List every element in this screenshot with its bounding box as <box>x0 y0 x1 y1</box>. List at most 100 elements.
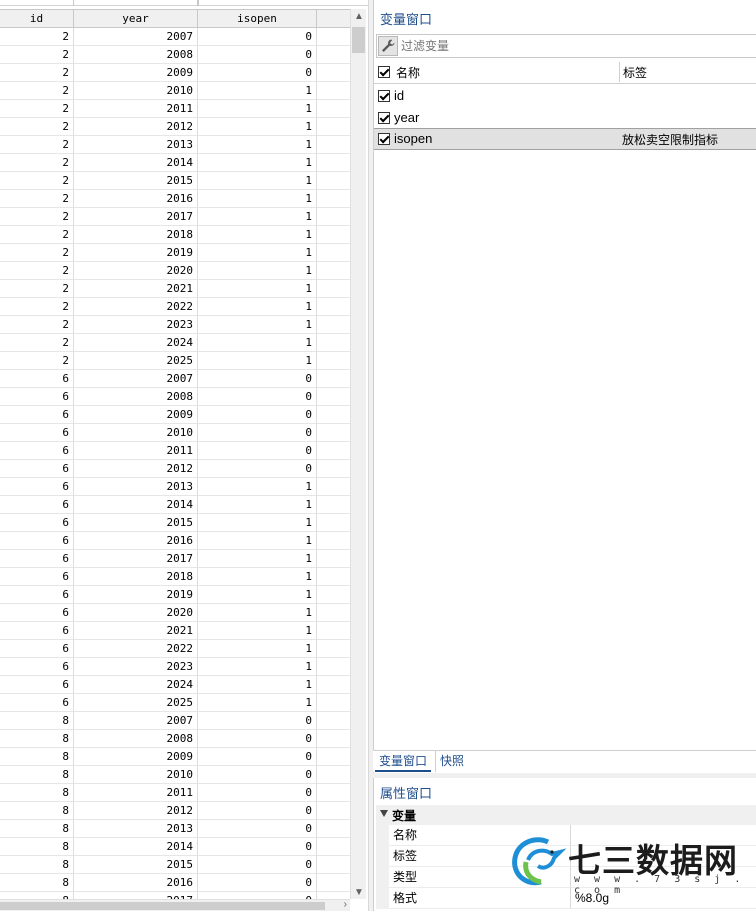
filter-button[interactable] <box>378 36 398 56</box>
scroll-up-icon[interactable]: ▲ <box>354 11 364 22</box>
cell-year[interactable]: 2013 <box>74 478 198 496</box>
cell-id[interactable]: 6 <box>0 658 74 676</box>
cell-year[interactable]: 2010 <box>74 424 198 442</box>
cell-id[interactable]: 2 <box>0 298 74 316</box>
table-row[interactable]: 2 2020 1 <box>0 262 350 280</box>
cell-id[interactable]: 6 <box>0 694 74 712</box>
cell-isopen[interactable]: 1 <box>198 658 317 676</box>
tab-snapshots[interactable]: 快照 <box>435 751 468 772</box>
cell-year[interactable]: 2008 <box>74 730 198 748</box>
cell-id[interactable]: 6 <box>0 460 74 478</box>
cell-id[interactable]: 6 <box>0 496 74 514</box>
table-row[interactable]: 8 2014 0 <box>0 838 350 856</box>
cell-isopen[interactable]: 0 <box>198 820 317 838</box>
cell-id[interactable]: 8 <box>0 748 74 766</box>
cell-id[interactable]: 6 <box>0 676 74 694</box>
cell-isopen[interactable]: 1 <box>198 640 317 658</box>
cell-year[interactable]: 2020 <box>74 262 198 280</box>
table-row[interactable]: 820170 <box>0 892 350 899</box>
cell-isopen[interactable]: 0 <box>198 28 317 46</box>
cell-isopen[interactable]: 1 <box>198 154 317 172</box>
cell-year[interactable]: 2025 <box>74 694 198 712</box>
cell-id[interactable]: 6 <box>0 442 74 460</box>
cell-isopen[interactable]: 0 <box>198 748 317 766</box>
cell-isopen[interactable]: 0 <box>198 64 317 82</box>
table-row[interactable]: 6 2020 1 <box>0 604 350 622</box>
horizontal-scrollbar[interactable]: › <box>0 899 350 911</box>
cell-isopen[interactable]: 0 <box>198 874 317 892</box>
cell-isopen[interactable]: 1 <box>198 136 317 154</box>
cell-year[interactable]: 2007 <box>74 370 198 388</box>
table-row[interactable]: 2 2007 0 <box>0 28 350 46</box>
table-row[interactable]: 8 2013 0 <box>0 820 350 838</box>
scroll-down-icon[interactable]: ▼ <box>354 887 364 898</box>
cell-id[interactable]: 2 <box>0 208 74 226</box>
cell-id[interactable]: 8 <box>0 712 74 730</box>
table-row[interactable]: 6 2022 1 <box>0 640 350 658</box>
cell-year[interactable]: 2012 <box>74 118 198 136</box>
cell-isopen[interactable]: 1 <box>198 190 317 208</box>
table-row[interactable]: 2 2022 1 <box>0 298 350 316</box>
cell-year[interactable]: 2014 <box>74 154 198 172</box>
cell-isopen[interactable]: 0 <box>198 46 317 64</box>
cell-isopen[interactable]: 0 <box>198 712 317 730</box>
cell-year[interactable]: 2012 <box>74 802 198 820</box>
cell-year[interactable]: 2021 <box>74 280 198 298</box>
cell-id[interactable]: 6 <box>0 370 74 388</box>
cell-id[interactable]: 2 <box>0 226 74 244</box>
cell-year[interactable]: 2022 <box>74 640 198 658</box>
cell-year[interactable]: 2014 <box>74 838 198 856</box>
cell-year[interactable]: 2016 <box>74 532 198 550</box>
cell-isopen[interactable]: 1 <box>198 676 317 694</box>
vertical-scrollbar[interactable]: ▲ ▼ <box>350 9 366 899</box>
table-row[interactable]: 6 2019 1 <box>0 586 350 604</box>
cell-year[interactable]: 2019 <box>74 586 198 604</box>
cell-year[interactable]: 2024 <box>74 334 198 352</box>
cell-isopen[interactable]: 0 <box>198 784 317 802</box>
cell-isopen[interactable]: 0 <box>198 856 317 874</box>
cell-id[interactable]: 8 <box>0 838 74 856</box>
table-row[interactable]: 8 2016 0 <box>0 874 350 892</box>
select-all-checkbox[interactable] <box>378 66 390 78</box>
table-row[interactable]: 6 2025 1 <box>0 694 350 712</box>
table-row[interactable]: 6 2007 0 <box>0 370 350 388</box>
column-header-id[interactable]: id <box>0 9 74 28</box>
cell-isopen[interactable]: 0 <box>198 766 317 784</box>
cell-year[interactable]: 2007 <box>74 28 198 46</box>
table-row[interactable]: 2 2019 1 <box>0 244 350 262</box>
table-row[interactable]: 6 2024 1 <box>0 676 350 694</box>
table-row[interactable]: 8 2012 0 <box>0 802 350 820</box>
cell-isopen[interactable]: 1 <box>198 694 317 712</box>
table-row[interactable]: 2 2011 1 <box>0 100 350 118</box>
cell-year[interactable]: 2015 <box>74 172 198 190</box>
table-row[interactable]: 6 2012 0 <box>0 460 350 478</box>
cell-id[interactable]: 6 <box>0 424 74 442</box>
cell-isopen[interactable]: 0 <box>198 424 317 442</box>
cell-year[interactable]: 2007 <box>74 712 198 730</box>
cell-isopen[interactable]: 1 <box>198 316 317 334</box>
table-row[interactable]: 2 2014 1 <box>0 154 350 172</box>
table-row[interactable]: 6 2008 0 <box>0 388 350 406</box>
cell-id[interactable]: 2 <box>0 46 74 64</box>
table-row[interactable]: 2 2016 1 <box>0 190 350 208</box>
cell-year[interactable]: 2020 <box>74 604 198 622</box>
cell-year[interactable]: 2010 <box>74 766 198 784</box>
table-row[interactable]: 6 2010 0 <box>0 424 350 442</box>
cell-id[interactable]: 6 <box>0 388 74 406</box>
table-row[interactable]: 6 2023 1 <box>0 658 350 676</box>
variable-checkbox[interactable] <box>378 133 390 145</box>
table-row[interactable]: 6 2021 1 <box>0 622 350 640</box>
property-group-variable[interactable]: 变量 <box>376 805 756 825</box>
cell-id[interactable]: 6 <box>0 604 74 622</box>
cell-id[interactable]: 6 <box>0 640 74 658</box>
cell-year[interactable]: 2009 <box>74 406 198 424</box>
variable-row-year[interactable]: year <box>374 107 756 129</box>
cell-isopen[interactable]: 1 <box>198 586 317 604</box>
cell-isopen[interactable]: 1 <box>198 208 317 226</box>
table-row[interactable]: 6 2018 1 <box>0 568 350 586</box>
cell-year[interactable]: 2017 <box>74 892 198 899</box>
cell-id[interactable]: 2 <box>0 352 74 370</box>
cell-id[interactable]: 8 <box>0 802 74 820</box>
cell-isopen[interactable]: 1 <box>198 280 317 298</box>
table-row[interactable]: 6 2017 1 <box>0 550 350 568</box>
